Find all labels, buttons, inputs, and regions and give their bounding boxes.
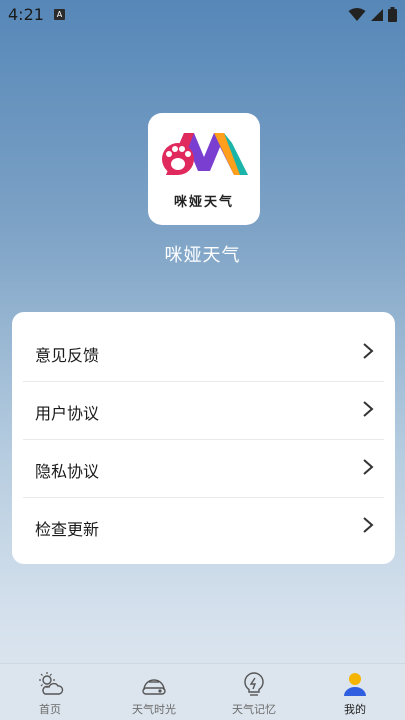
menu-item-label: 检查更新 bbox=[35, 520, 100, 539]
app-logo: 咪娅天气 bbox=[148, 113, 260, 225]
tab-weather-memory[interactable]: 天气记忆 bbox=[204, 664, 304, 720]
menu-item-feedback[interactable]: 意见反馈 bbox=[23, 323, 384, 381]
menu-item-label: 用户协议 bbox=[35, 404, 100, 423]
user-profile-icon bbox=[344, 673, 366, 696]
menu-item-check-update[interactable]: 检查更新 bbox=[23, 497, 384, 555]
battery-icon bbox=[388, 7, 397, 26]
tab-label: 天气记忆 bbox=[232, 703, 276, 716]
notification-badge: A bbox=[54, 9, 65, 20]
menu-item-privacy-policy[interactable]: 隐私协议 bbox=[23, 439, 384, 497]
chevron-right-icon bbox=[363, 401, 374, 417]
tab-label: 首页 bbox=[39, 703, 61, 716]
tab-weather-time[interactable]: 天气时光 bbox=[104, 664, 204, 720]
status-bar: 4:21 A bbox=[0, 0, 405, 30]
menu-item-user-agreement[interactable]: 用户协议 bbox=[23, 381, 384, 439]
status-icons bbox=[348, 7, 397, 26]
tab-mine[interactable]: 我的 bbox=[305, 664, 405, 720]
app-logo-graphic: 咪娅天气 bbox=[162, 133, 248, 210]
signal-icon bbox=[370, 7, 384, 26]
tab-home[interactable]: 首页 bbox=[0, 664, 100, 720]
settings-menu-card: 意见反馈 用户协议 隐私协议 检查更新 bbox=[12, 312, 395, 564]
chevron-right-icon bbox=[363, 517, 374, 533]
chevron-right-icon bbox=[363, 459, 374, 475]
wifi-icon bbox=[348, 7, 366, 26]
tab-label: 天气时光 bbox=[132, 703, 176, 716]
menu-item-label: 意见反馈 bbox=[35, 346, 100, 365]
status-time: 4:21 bbox=[8, 5, 44, 24]
chevron-right-icon bbox=[363, 343, 374, 359]
tab-label: 我的 bbox=[344, 703, 366, 716]
lightning-bulb-icon bbox=[244, 672, 264, 696]
app-name: 咪娅天气 bbox=[164, 245, 241, 266]
menu-item-label: 隐私协议 bbox=[35, 462, 100, 481]
weather-time-icon bbox=[142, 679, 166, 695]
bottom-tab-bar: 首页 天气时光 天气记忆 我的 bbox=[0, 663, 405, 720]
logo-text: 咪娅天气 bbox=[174, 194, 234, 210]
weather-sun-cloud-icon bbox=[39, 672, 64, 695]
